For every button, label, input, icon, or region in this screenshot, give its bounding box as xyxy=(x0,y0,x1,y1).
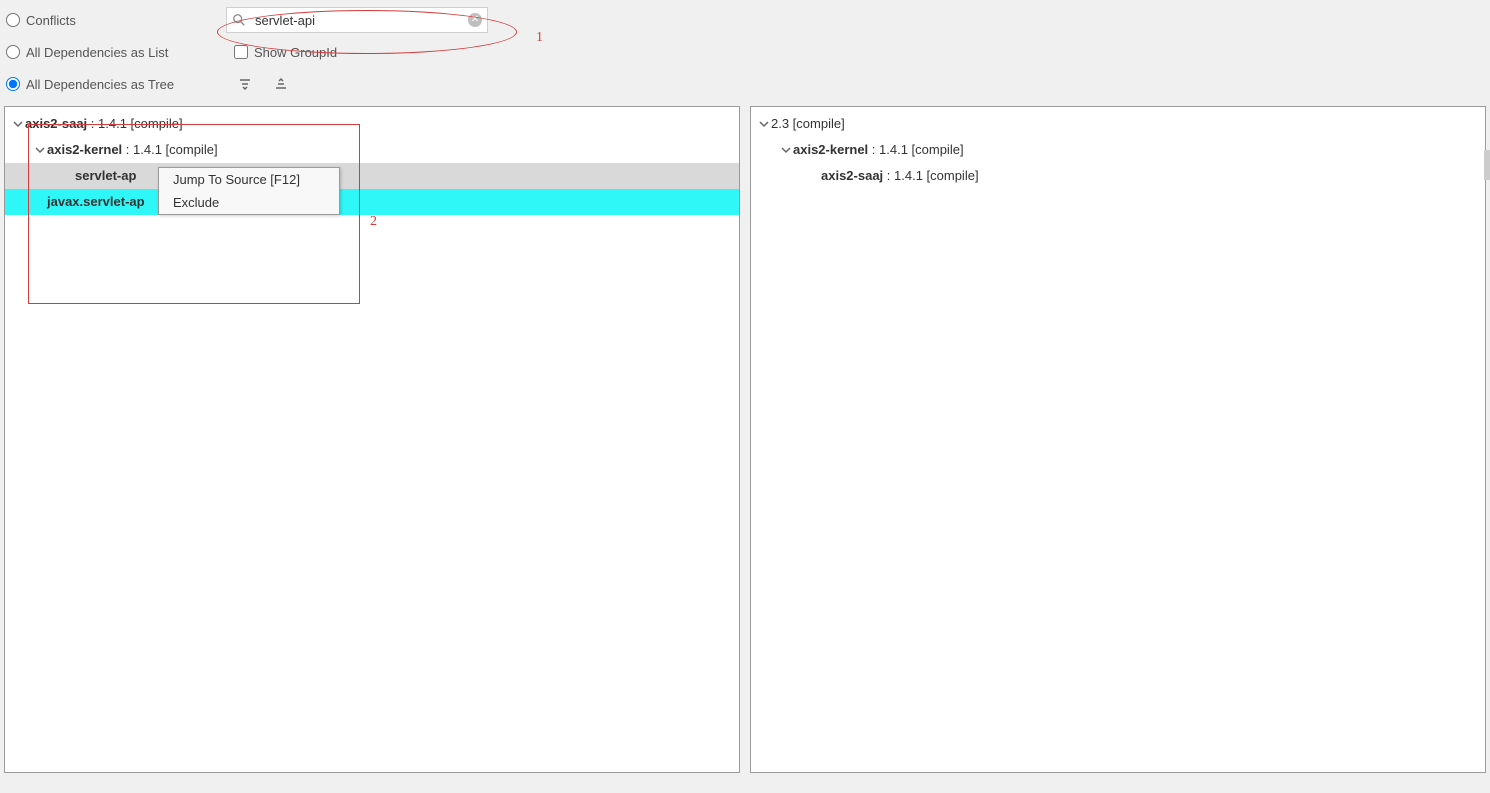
radio-conflicts-input[interactable] xyxy=(6,13,20,27)
checkbox-show-groupid-input[interactable] xyxy=(234,45,248,59)
tree-item-label: servlet-ap xyxy=(75,165,136,187)
scrollbar-stub[interactable] xyxy=(1484,150,1490,180)
radio-all-tree-input[interactable] xyxy=(6,77,20,91)
chevron-down-icon[interactable] xyxy=(779,145,793,155)
tree-item-label: axis2-kernel : 1.4.1 [compile] xyxy=(47,139,218,161)
tree-item-label: 2.3 [compile] xyxy=(771,113,845,135)
radio-conflicts-label: Conflicts xyxy=(26,13,76,28)
search-input[interactable] xyxy=(226,7,488,33)
menu-exclude[interactable]: Exclude xyxy=(159,191,339,214)
tree-item-label: axis2-saaj : 1.4.1 [compile] xyxy=(25,113,183,135)
tree-row-selected[interactable]: javax.servlet-ap xyxy=(5,189,739,215)
tree-item-label: axis2-kernel : 1.4.1 [compile] xyxy=(793,139,964,161)
expand-all-icon[interactable] xyxy=(234,73,256,95)
tree-row[interactable]: axis2-kernel : 1.4.1 [compile] xyxy=(5,137,739,163)
radio-all-list[interactable]: All Dependencies as List xyxy=(6,45,226,60)
panes: axis2-saaj : 1.4.1 [compile] axis2-kerne… xyxy=(0,104,1490,777)
toolbar: Conflicts ✕ All Dependencies as List Sho… xyxy=(0,0,1490,104)
context-menu: Jump To Source [F12] Exclude xyxy=(158,167,340,215)
clear-icon[interactable]: ✕ xyxy=(468,13,482,27)
tree-row[interactable]: axis2-saaj : 1.4.1 [compile] xyxy=(5,111,739,137)
left-pane[interactable]: axis2-saaj : 1.4.1 [compile] axis2-kerne… xyxy=(4,106,740,773)
collapse-all-icon[interactable] xyxy=(270,73,292,95)
tree-row[interactable]: 2.3 [compile] xyxy=(751,111,1485,137)
search-field: ✕ xyxy=(226,7,488,33)
radio-all-list-label: All Dependencies as List xyxy=(26,45,168,60)
radio-all-list-input[interactable] xyxy=(6,45,20,59)
menu-jump-to-source[interactable]: Jump To Source [F12] xyxy=(159,168,339,191)
search-icon xyxy=(232,13,246,27)
chevron-down-icon[interactable] xyxy=(757,119,771,129)
left-tree: axis2-saaj : 1.4.1 [compile] axis2-kerne… xyxy=(5,107,739,219)
tree-row[interactable]: axis2-kernel : 1.4.1 [compile] xyxy=(751,137,1485,163)
chevron-down-icon[interactable] xyxy=(33,145,47,155)
tree-item-label: javax.servlet-ap xyxy=(47,191,145,213)
tree-row[interactable]: servlet-ap xyxy=(5,163,739,189)
radio-all-tree[interactable]: All Dependencies as Tree xyxy=(6,77,226,92)
right-pane[interactable]: 2.3 [compile] axis2-kernel : 1.4.1 [comp… xyxy=(750,106,1486,773)
tree-item-label: axis2-saaj : 1.4.1 [compile] xyxy=(821,165,979,187)
chevron-down-icon[interactable] xyxy=(11,119,25,129)
tree-row[interactable]: axis2-saaj : 1.4.1 [compile] xyxy=(751,163,1485,189)
right-tree: 2.3 [compile] axis2-kernel : 1.4.1 [comp… xyxy=(751,107,1485,193)
checkbox-show-groupid-label: Show GroupId xyxy=(254,45,337,60)
checkbox-show-groupid[interactable]: Show GroupId xyxy=(234,45,337,60)
radio-all-tree-label: All Dependencies as Tree xyxy=(26,77,174,92)
radio-conflicts[interactable]: Conflicts xyxy=(6,13,226,28)
